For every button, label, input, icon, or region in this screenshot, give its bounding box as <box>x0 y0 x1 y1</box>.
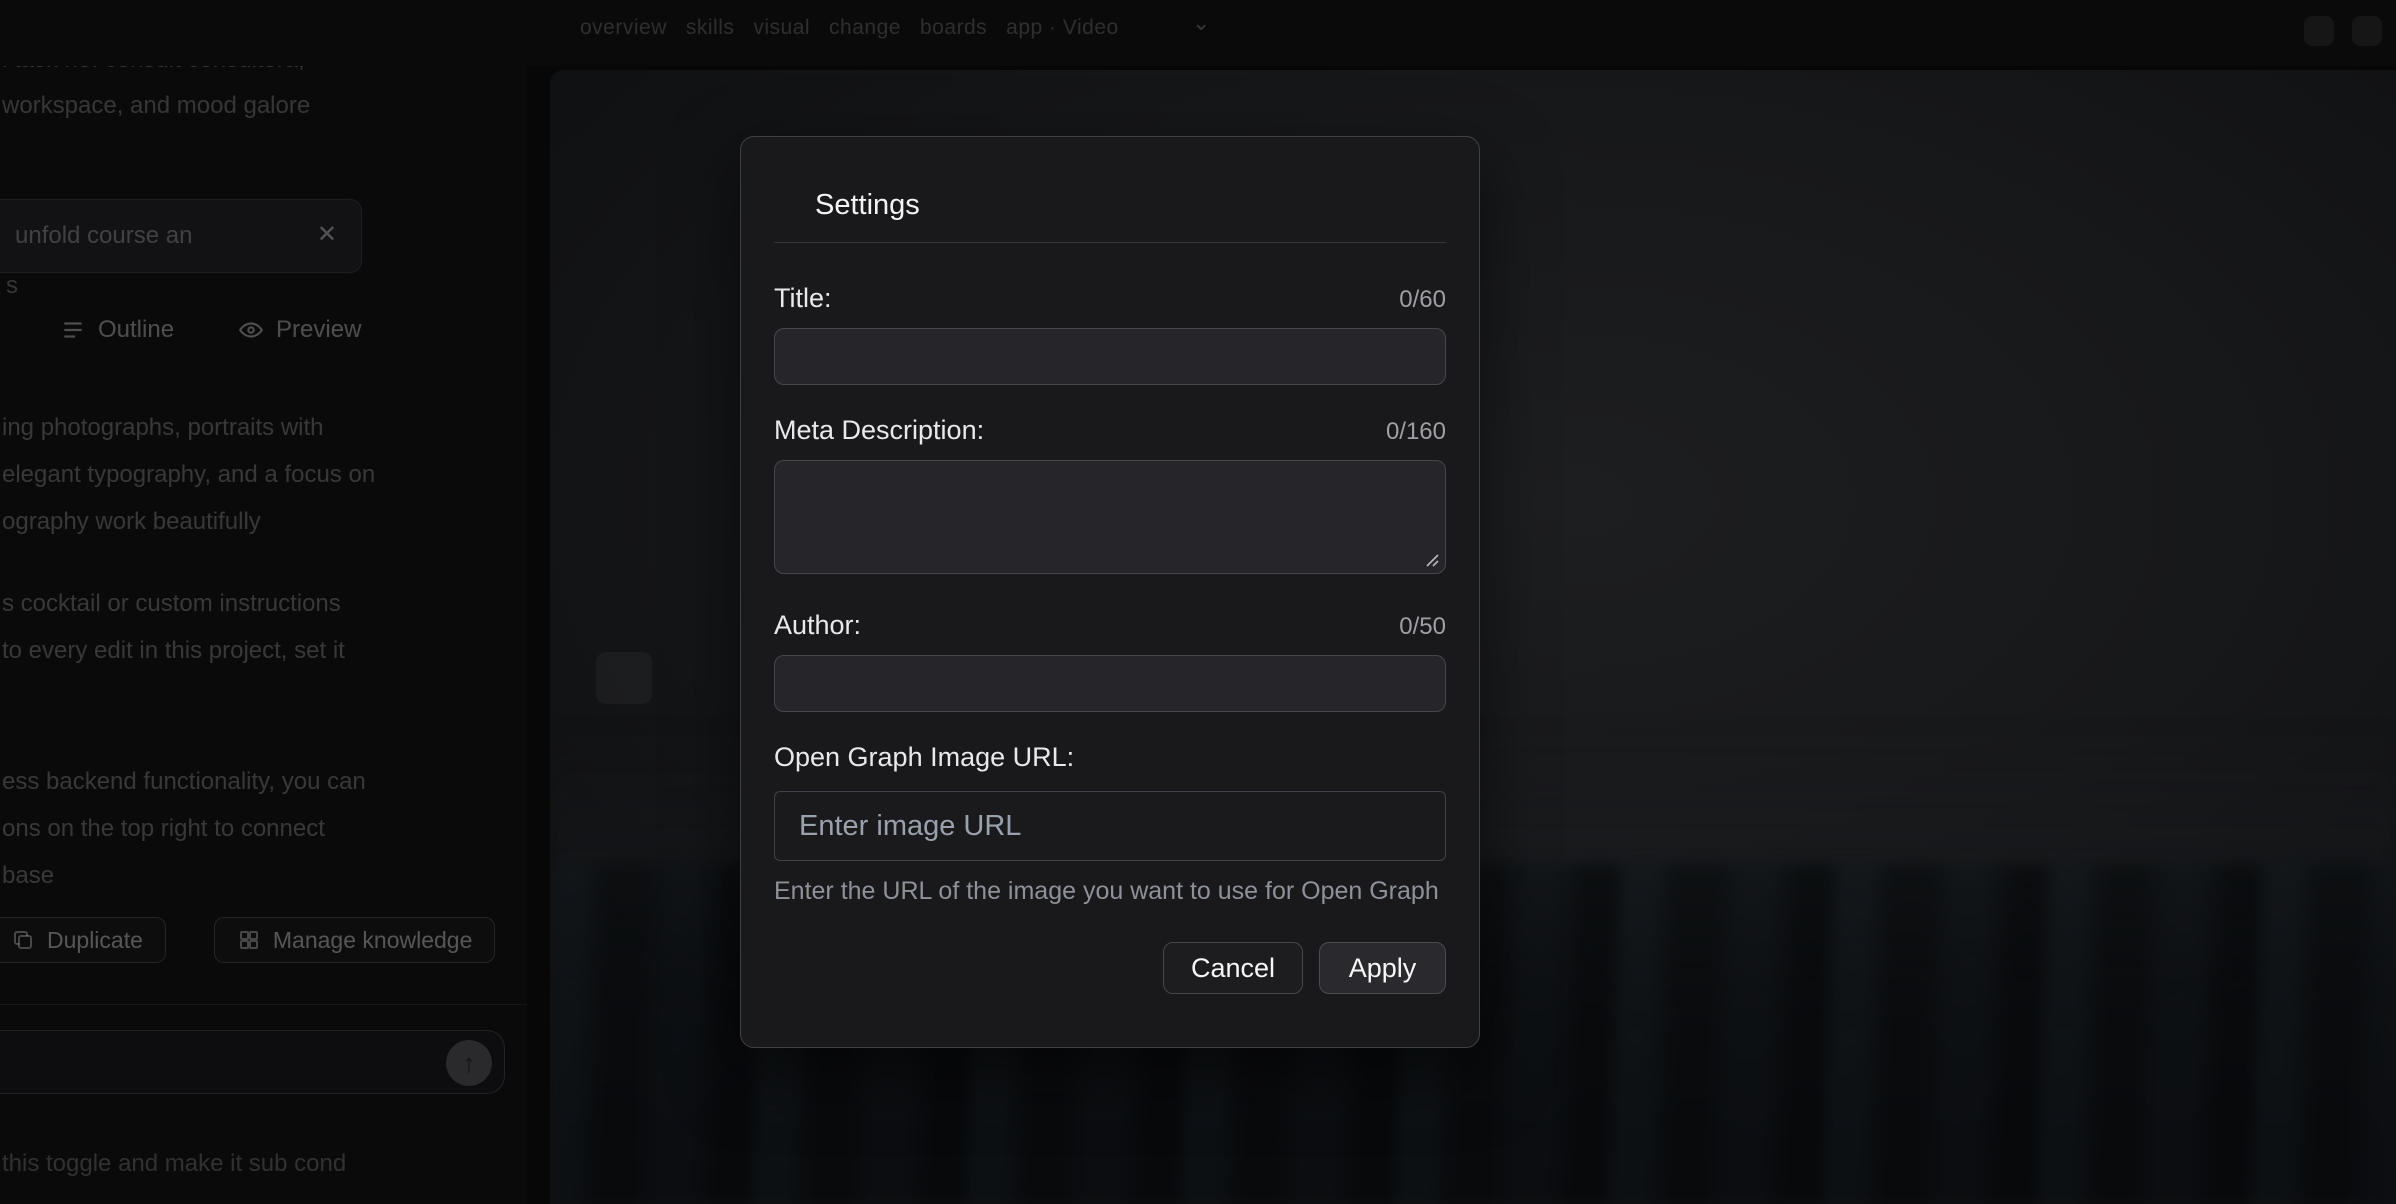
modal-title: Settings <box>774 189 1446 222</box>
modal-action-row: Cancel Apply <box>774 942 1446 994</box>
tab-preview[interactable]: Preview <box>238 316 361 344</box>
cancel-button[interactable]: Cancel <box>1163 942 1303 994</box>
manage-knowledge-button[interactable]: Manage knowledge <box>214 917 495 963</box>
topbar-icon[interactable] <box>2352 16 2382 46</box>
author-char-counter: 0/50 <box>1399 613 1446 641</box>
open-graph-url-input[interactable] <box>774 791 1446 861</box>
paragraph-line: ons on the top right to connect <box>2 805 366 852</box>
app-window: l task no. consult consultora, workspace… <box>0 0 2396 1204</box>
paragraph-line: ess backend functionality, you can <box>2 758 366 805</box>
meta-field-header: Meta Description: 0/160 <box>774 415 1446 446</box>
copy-icon <box>11 928 35 952</box>
tab-preview-label: Preview <box>276 316 361 344</box>
paragraph-line: ing photographs, portraits with <box>2 404 375 451</box>
modal-divider <box>774 242 1446 243</box>
meta-textarea-wrap <box>774 460 1446 574</box>
sidebar: l task no. consult consultora, workspace… <box>0 0 527 1204</box>
send-icon[interactable]: ↑ <box>446 1040 492 1086</box>
sidebar-divider <box>0 1004 527 1005</box>
meta-char-counter: 0/160 <box>1386 418 1446 446</box>
paragraph-line: elegant typography, and a focus on <box>2 451 375 498</box>
apply-button[interactable]: Apply <box>1319 942 1446 994</box>
open-graph-label: Open Graph Image URL: <box>774 742 1074 773</box>
duplicate-button-label: Duplicate <box>47 927 143 954</box>
duplicate-button[interactable]: Duplicate <box>0 917 166 963</box>
open-graph-helper-text: Enter the URL of the image you want to u… <box>774 877 1446 906</box>
sidebar-bottom-line: this toggle and make it sub cond <box>2 1150 346 1178</box>
sidebar-paragraph: s cocktail or custom instructions to eve… <box>2 580 345 674</box>
author-input[interactable] <box>774 655 1446 712</box>
breadcrumb[interactable]: overview skills visual change boards app… <box>580 16 1119 40</box>
outline-list-icon <box>60 317 86 343</box>
chat-input[interactable]: ↑ <box>0 1030 505 1094</box>
manage-knowledge-button-label: Manage knowledge <box>273 927 472 954</box>
title-label: Title: <box>774 283 832 314</box>
meta-description-textarea[interactable] <box>774 460 1446 574</box>
sidebar-action-row: Duplicate Manage knowledge <box>0 917 495 963</box>
sidebar-paragraph: ess backend functionality, you can ons o… <box>2 758 366 899</box>
preview-eye-icon <box>238 317 264 343</box>
tab-outline[interactable]: Outline <box>60 316 174 344</box>
title-input[interactable] <box>774 328 1446 385</box>
og-field-header: Open Graph Image URL: <box>774 742 1446 773</box>
sidebar-context-card[interactable]: unfold course an ✕ <box>0 199 362 273</box>
paragraph-line: base <box>2 852 366 899</box>
chevron-down-icon[interactable]: ⌄ <box>1192 10 1210 36</box>
context-card-label: unfold course an <box>15 222 192 250</box>
sidebar-intro-line: workspace, and mood galore <box>2 92 310 120</box>
paragraph-line: to every edit in this project, set it <box>2 627 345 674</box>
title-char-counter: 0/60 <box>1399 286 1446 314</box>
sidebar-paragraph: ing photographs, portraits with elegant … <box>2 404 375 545</box>
tab-outline-label: Outline <box>98 316 174 344</box>
settings-modal: Settings Title: 0/60 Meta Description: 0… <box>740 136 1480 1048</box>
top-bar: overview skills visual change boards app… <box>0 0 2396 66</box>
author-field-header: Author: 0/50 <box>774 610 1446 641</box>
title-field-header: Title: 0/60 <box>774 283 1446 314</box>
meta-description-label: Meta Description: <box>774 415 984 446</box>
paragraph-line: s cocktail or custom instructions <box>2 580 345 627</box>
sidebar-view-tabs: Outline Preview <box>60 316 361 344</box>
close-icon[interactable]: ✕ <box>317 220 337 249</box>
site-logo-placeholder <box>596 652 652 704</box>
sidebar-text-fragment: s <box>6 272 18 300</box>
topbar-icon[interactable] <box>2304 16 2334 46</box>
knowledge-grid-icon <box>237 928 261 952</box>
paragraph-line: ography work beautifully <box>2 498 375 545</box>
author-label: Author: <box>774 610 861 641</box>
